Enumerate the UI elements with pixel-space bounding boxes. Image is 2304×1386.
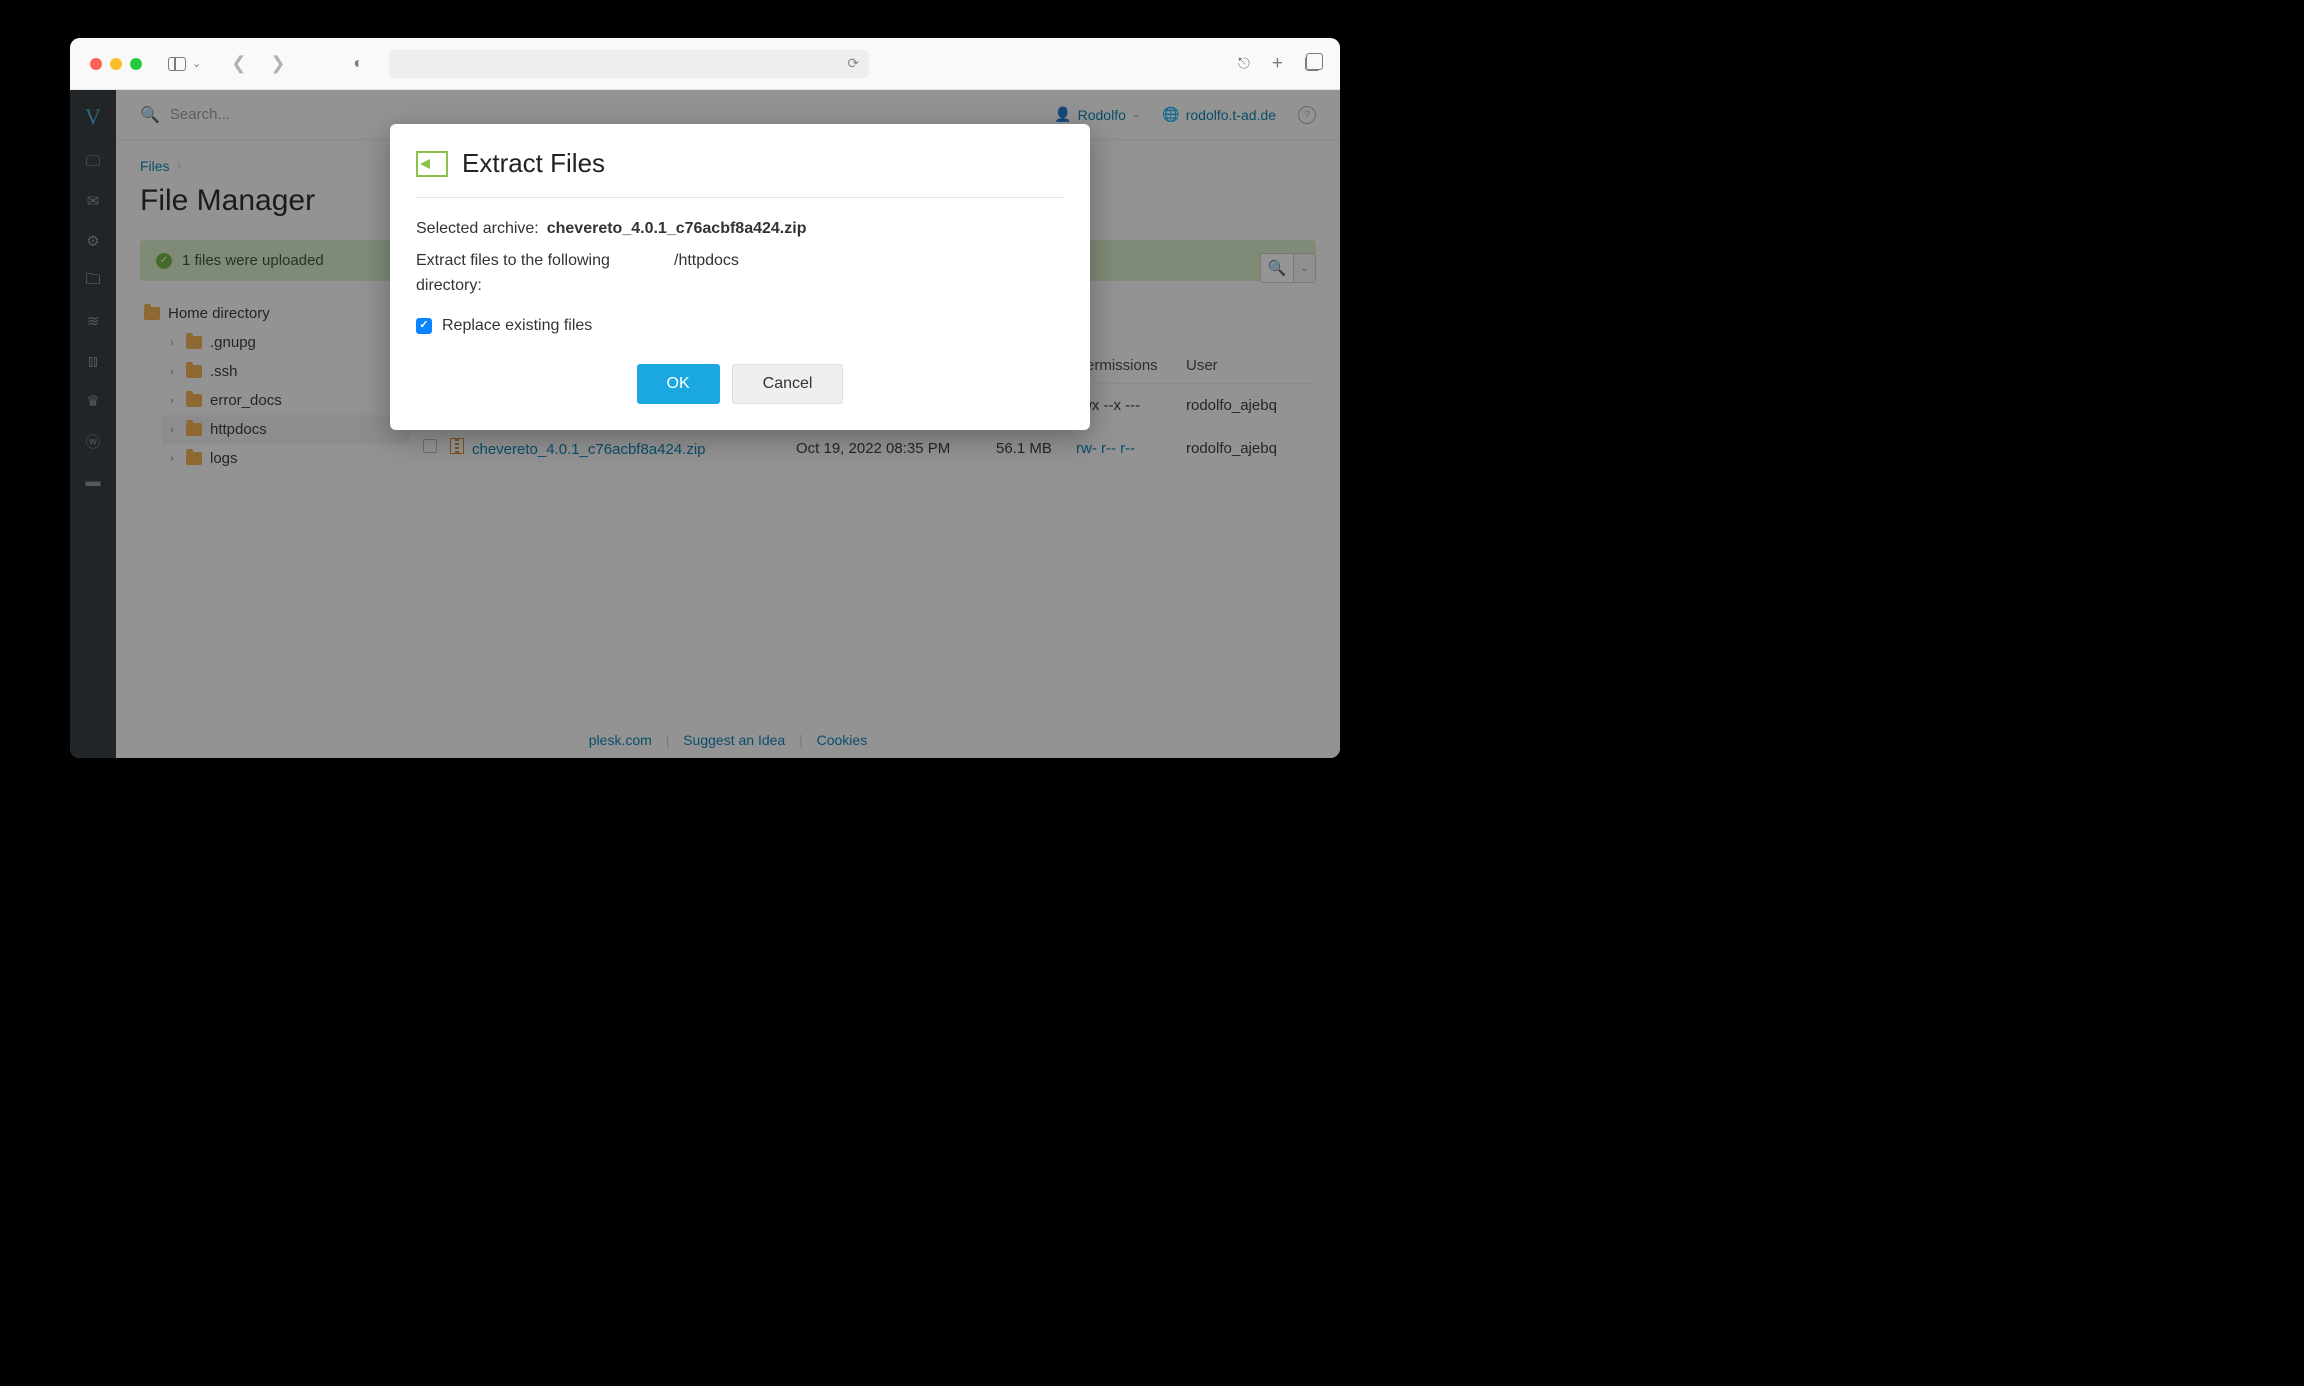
modal-body: Selected archive: chevereto_4.0.1_c76acb…: [416, 198, 1064, 338]
extract-files-modal: Extract Files Selected archive: cheveret…: [390, 124, 1090, 430]
sidebar-toggle-icon[interactable]: [168, 57, 186, 71]
nav-buttons: ❮ ❯: [231, 53, 285, 74]
window-controls: [90, 58, 142, 70]
browser-titlebar: ⌄ ❮ ❯ ◐ ⟳ ⎋ +: [70, 38, 1340, 90]
modal-title: Extract Files: [462, 148, 605, 179]
selected-archive-label: Selected archive:: [416, 216, 539, 242]
replace-checkbox-label: Replace existing files: [442, 313, 592, 339]
modal-title-row: Extract Files: [416, 148, 1064, 198]
share-icon[interactable]: ⎋: [1238, 55, 1250, 72]
privacy-shield-icon[interactable]: ◐: [353, 55, 363, 73]
new-tab-icon[interactable]: +: [1272, 53, 1283, 75]
back-button[interactable]: ❮: [231, 53, 246, 74]
address-bar[interactable]: ⟳: [389, 50, 869, 78]
sidebar-menu-chevron-icon[interactable]: ⌄: [192, 57, 201, 70]
extract-dir-row: Extract files to the following directory…: [416, 248, 1064, 299]
selected-archive-value: chevereto_4.0.1_c76acbf8a424.zip: [547, 216, 807, 242]
maximize-window-button[interactable]: [130, 58, 142, 70]
minimize-window-button[interactable]: [110, 58, 122, 70]
forward-button[interactable]: ❯: [270, 53, 285, 74]
tab-overview-icon[interactable]: [1305, 56, 1320, 71]
selected-archive-row: Selected archive: chevereto_4.0.1_c76acb…: [416, 216, 1064, 242]
browser-window: ⌄ ❮ ❯ ◐ ⟳ ⎋ + V 🖵 ✉ ⚙ 🗀 ≋ ⫾⫾ ♛ ⓦ ▬: [70, 38, 1340, 758]
modal-actions: OK Cancel: [416, 364, 1064, 404]
cancel-button[interactable]: Cancel: [732, 364, 844, 404]
replace-checkbox-row[interactable]: ✓ Replace existing files: [416, 313, 1064, 339]
reload-icon[interactable]: ⟳: [847, 55, 859, 72]
extract-icon: [416, 149, 448, 179]
titlebar-right: ⎋ +: [1238, 53, 1320, 75]
extract-dir-label: Extract files to the following directory…: [416, 248, 666, 299]
ok-button[interactable]: OK: [637, 364, 720, 404]
sidebar-toggle-group: ⌄: [168, 57, 201, 71]
replace-checkbox[interactable]: ✓: [416, 318, 432, 334]
close-window-button[interactable]: [90, 58, 102, 70]
extract-dir-value: /httpdocs: [674, 248, 739, 299]
